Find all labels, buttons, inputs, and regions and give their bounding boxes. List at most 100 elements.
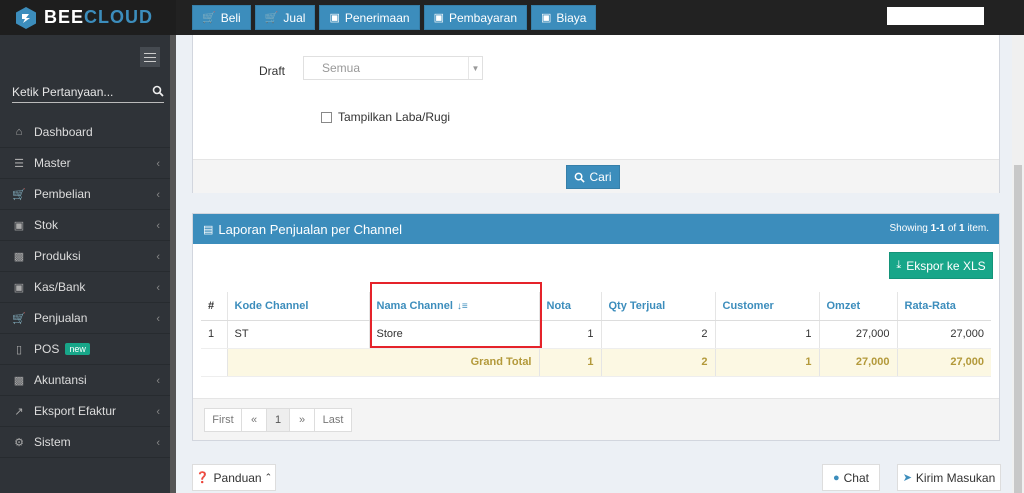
sidebar-item-sistem[interactable]: ⚙ Sistem ‹ bbox=[0, 427, 170, 458]
chat-button[interactable]: ● Chat bbox=[822, 464, 880, 491]
chevron-left-icon: ‹ bbox=[156, 437, 160, 449]
nav-beli-button[interactable]: 🛒 Beli bbox=[192, 5, 251, 30]
page-prev-button[interactable]: « bbox=[241, 408, 267, 432]
chevron-left-icon: ‹ bbox=[156, 189, 160, 201]
top-navbar: BEECLOUD 🛒 Beli 🛒 Jual ▣ Penerimaan ▣ Pembay… bbox=[0, 0, 1024, 35]
total-spacer bbox=[201, 348, 228, 377]
money-icon: ▣ bbox=[13, 281, 25, 294]
industry-icon: ▩ bbox=[13, 250, 25, 263]
column-header-rata-rata[interactable]: Rata-Rata bbox=[897, 292, 991, 321]
question-circle-icon: ❓ bbox=[195, 472, 210, 484]
search-icon[interactable] bbox=[152, 85, 164, 97]
user-menu[interactable] bbox=[887, 7, 984, 25]
chat-icon: ● bbox=[832, 471, 840, 484]
sidebar-item-penjualan[interactable]: 🛒 Penjualan ‹ bbox=[0, 303, 170, 334]
cell-omzet: 27,000 bbox=[819, 320, 898, 349]
brand-logo[interactable]: BEECLOUD bbox=[0, 0, 176, 35]
chevron-left-icon: ‹ bbox=[156, 313, 160, 325]
main-content: Draft Semua ▼ Tampilkan Laba/Rugi Cari ▤… bbox=[176, 35, 1012, 493]
grand-total-row: Grand Total 1 2 1 27,000 27,000 bbox=[201, 348, 991, 377]
column-header-number: # bbox=[201, 292, 228, 321]
cell-nota: 1 bbox=[539, 320, 602, 349]
cell-customer: 1 bbox=[715, 320, 820, 349]
column-header-nota[interactable]: Nota bbox=[539, 292, 602, 321]
brand-name: BEECLOUD bbox=[44, 7, 154, 27]
sidebar-search-input[interactable] bbox=[12, 83, 142, 101]
sidebar-item-eksport-efaktur[interactable]: ↗ Eksport Efaktur ‹ bbox=[0, 396, 170, 427]
grand-total-label: Grand Total bbox=[227, 348, 540, 377]
chevron-left-icon: ‹ bbox=[156, 375, 160, 387]
cell-number: 1 bbox=[201, 320, 228, 349]
column-header-customer[interactable]: Customer bbox=[715, 292, 820, 321]
cell-rata-rata: 27,000 bbox=[897, 320, 991, 349]
cogs-icon: ⚙ bbox=[14, 436, 24, 449]
draft-select[interactable]: Semua ▼ bbox=[303, 56, 483, 80]
total-nota: 1 bbox=[539, 348, 602, 377]
sort-alpha-icon: ↓≡ bbox=[456, 300, 468, 312]
chevron-left-icon: ‹ bbox=[156, 158, 160, 170]
search-button[interactable]: Cari bbox=[566, 165, 620, 189]
sidebar-item-master[interactable]: ☰ Master ‹ bbox=[0, 148, 170, 179]
send-feedback-button[interactable]: ➤ Kirim Masukan bbox=[897, 464, 1001, 491]
column-header-omzet[interactable]: Omzet bbox=[819, 292, 898, 321]
filter-panel: Draft Semua ▼ Tampilkan Laba/Rugi Cari bbox=[192, 35, 1000, 193]
column-header-kode-channel[interactable]: Kode Channel bbox=[227, 292, 370, 321]
sidebar-item-pembelian[interactable]: 🛒 Pembelian ‹ bbox=[0, 179, 170, 210]
cell-kode-channel: ST bbox=[227, 320, 370, 349]
home-icon: ⌂ bbox=[15, 126, 23, 138]
caret-down-icon: ▼ bbox=[468, 57, 482, 79]
filter-panel-footer: Cari bbox=[193, 159, 999, 193]
chevron-left-icon: ‹ bbox=[156, 406, 160, 418]
show-profit-loss-checkbox[interactable]: Tampilkan Laba/Rugi bbox=[321, 110, 450, 124]
scrollbar-thumb[interactable] bbox=[1014, 165, 1022, 493]
pagination: First « 1 » Last bbox=[204, 408, 352, 432]
sidebar-search bbox=[12, 83, 164, 103]
nav-biaya-button[interactable]: ▣ Biaya bbox=[531, 5, 597, 30]
nav-penerimaan-button[interactable]: ▣ Penerimaan bbox=[319, 5, 420, 30]
cell-qty-terjual: 2 bbox=[601, 320, 716, 349]
export-xls-button[interactable]: ⤓ Ekspor ke XLS bbox=[889, 252, 993, 279]
sidebar-toggle-button[interactable] bbox=[140, 47, 160, 67]
top-menu: 🛒 Beli 🛒 Jual ▣ Penerimaan ▣ Pembayaran ▣ Bia… bbox=[192, 5, 597, 30]
download-icon: ⤓ bbox=[896, 259, 902, 271]
report-panel-header: ▤ Laporan Penjualan per Channel Showing … bbox=[193, 214, 999, 244]
column-header-nama-channel[interactable]: Nama Channel ↓≡ bbox=[369, 292, 540, 321]
sidebar: ⌂Dashboard ☰Master‹ 🛒Pembelian‹ ▣Stok‹ ▩… bbox=[0, 35, 176, 493]
bar-chart-icon: ▩ bbox=[13, 374, 25, 387]
sidebar-item-dashboard[interactable]: ⌂ Dashboard bbox=[0, 117, 170, 148]
guide-button[interactable]: ❓ Panduan ⌃ bbox=[192, 464, 276, 491]
chevron-left-icon: ‹ bbox=[156, 251, 160, 263]
page-last-button[interactable]: Last bbox=[314, 408, 352, 432]
file-icon: ▤ bbox=[203, 223, 214, 236]
sidebar-item-produksi[interactable]: ▩ Produksi ‹ bbox=[0, 241, 170, 272]
sidebar-item-akuntansi[interactable]: ▩ Akuntansi ‹ bbox=[0, 365, 170, 396]
logo-hexagon-icon bbox=[16, 6, 36, 29]
page-next-button[interactable]: » bbox=[289, 408, 315, 432]
page-first-button[interactable]: First bbox=[204, 408, 242, 432]
box-icon: ▣ bbox=[13, 219, 25, 232]
total-omzet: 27,000 bbox=[819, 348, 898, 377]
new-badge: new bbox=[65, 343, 90, 355]
report-panel: ▤ Laporan Penjualan per Channel Showing … bbox=[192, 213, 1000, 441]
showing-summary: Showing 1-1 of 1 item. bbox=[889, 223, 989, 234]
money-icon: ▣ bbox=[433, 12, 444, 24]
sidebar-item-stok[interactable]: ▣ Stok ‹ bbox=[0, 210, 170, 241]
nav-jual-button[interactable]: 🛒 Jual bbox=[254, 5, 316, 30]
cart-icon: 🛒 bbox=[12, 188, 26, 201]
column-header-qty-terjual[interactable]: Qty Terjual bbox=[601, 292, 716, 321]
nav-pembayaran-button[interactable]: ▣ Pembayaran bbox=[423, 5, 528, 30]
draft-label: Draft bbox=[259, 64, 286, 78]
export-icon: ↗ bbox=[14, 405, 24, 418]
sidebar-item-kas-bank[interactable]: ▣ Kas/Bank ‹ bbox=[0, 272, 170, 303]
money-icon: ▣ bbox=[541, 12, 552, 24]
money-icon: ▣ bbox=[329, 12, 340, 24]
sidebar-menu: ⌂ Dashboard ☰ Master ‹ 🛒 Pembelian ‹ ▣ Stok ‹ ▩… bbox=[0, 117, 170, 458]
table-row: 1 ST Store 1 2 1 27,000 27,000 bbox=[201, 320, 991, 349]
page-scrollbar[interactable] bbox=[1012, 35, 1024, 493]
sidebar-item-pos[interactable]: ▯ POS new bbox=[0, 334, 170, 365]
checkbox-box[interactable] bbox=[321, 111, 332, 123]
cell-nama-channel: Store bbox=[369, 320, 540, 349]
paper-plane-icon: ➤ bbox=[902, 472, 912, 484]
table-header-row: # Kode Channel Nama Channel ↓≡ Nota Qty T… bbox=[201, 292, 991, 321]
page-1-button[interactable]: 1 bbox=[266, 408, 290, 432]
